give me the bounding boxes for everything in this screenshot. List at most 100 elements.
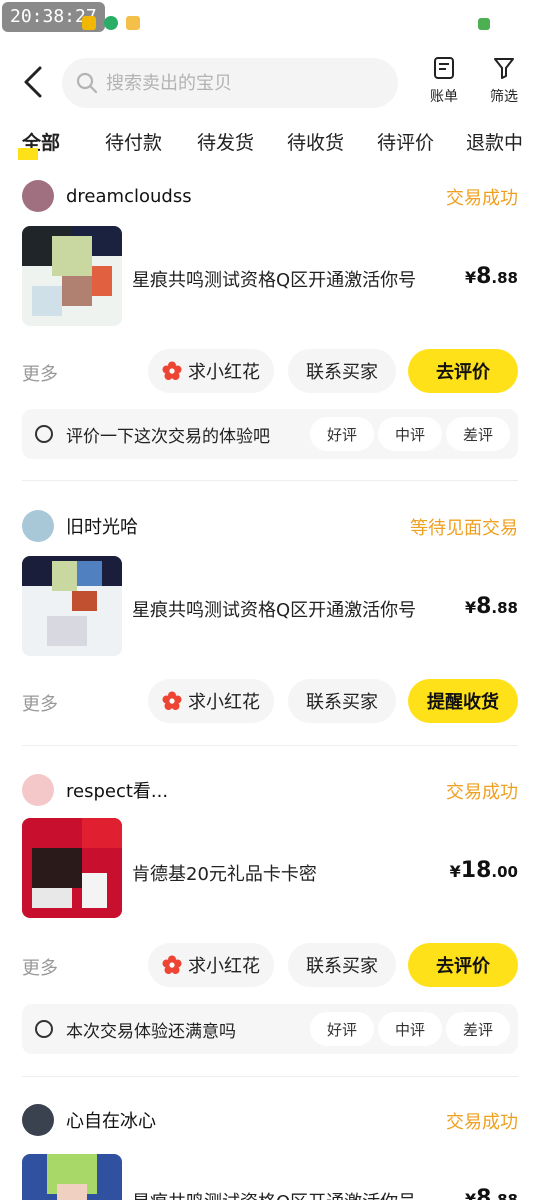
price-decimal: .88 bbox=[491, 1191, 518, 1200]
buyer-name: dreamcloudss bbox=[66, 185, 192, 207]
contact-buyer-button[interactable]: 联系买家 bbox=[288, 679, 396, 723]
flower-icon bbox=[162, 955, 182, 974]
avatar[interactable] bbox=[22, 1104, 54, 1136]
avatar[interactable] bbox=[22, 774, 54, 806]
rating-prompt: 评价一下这次交易的体验吧 好评 中评 差评 bbox=[22, 409, 518, 459]
product-thumbnail[interactable] bbox=[22, 556, 122, 656]
order-status: 等待见面交易 bbox=[410, 518, 518, 539]
product-price: ¥8.88 bbox=[465, 1186, 518, 1200]
product-title[interactable]: 星痕共鸣测试资格Q区开通激活你号 bbox=[132, 596, 452, 622]
review-button[interactable]: 去评价 bbox=[408, 943, 518, 987]
request-flower-label: 求小红花 bbox=[188, 956, 260, 977]
rate-good-button[interactable]: 好评 bbox=[310, 1012, 374, 1046]
divider bbox=[22, 745, 518, 746]
tab-pending-shipment[interactable]: 待发货 bbox=[197, 128, 254, 155]
tab-pending-review[interactable]: 待评价 bbox=[377, 128, 434, 155]
status-bar: 20:38:27 bbox=[0, 0, 540, 36]
product-price: ¥18.00 bbox=[450, 858, 518, 883]
order-status: 交易成功 bbox=[446, 782, 518, 803]
rating-prompt: 本次交易体验还满意吗 好评 中评 差评 bbox=[22, 1004, 518, 1054]
rating-icon bbox=[35, 425, 53, 443]
price-integer: 8 bbox=[476, 264, 492, 289]
app-notification-icon bbox=[82, 16, 96, 30]
buyer-info[interactable]: respect看... bbox=[22, 774, 168, 806]
avatar[interactable] bbox=[22, 180, 54, 212]
product-title[interactable]: 星痕共鸣测试资格Q区开通激活你号 bbox=[132, 266, 452, 292]
buyer-info[interactable]: 心自在冰心 bbox=[22, 1104, 156, 1136]
price-decimal: .00 bbox=[491, 863, 518, 881]
product-title[interactable]: 星痕共鸣测试资格Q区开通激活你号 bbox=[132, 1188, 452, 1200]
product-thumbnail[interactable] bbox=[22, 226, 122, 326]
rate-good-button[interactable]: 好评 bbox=[310, 417, 374, 451]
price-currency: ¥ bbox=[464, 268, 477, 287]
price-integer: 8 bbox=[476, 1186, 492, 1200]
buyer-info[interactable]: dreamcloudss bbox=[22, 180, 192, 212]
product-price: ¥8.88 bbox=[465, 594, 518, 619]
rate-bad-button[interactable]: 差评 bbox=[446, 1012, 510, 1046]
order-status: 交易成功 bbox=[446, 188, 518, 209]
price-currency: ¥ bbox=[449, 862, 461, 881]
product-thumbnail[interactable] bbox=[22, 818, 122, 918]
contact-buyer-button[interactable]: 联系买家 bbox=[288, 349, 396, 393]
rate-bad-button[interactable]: 差评 bbox=[446, 417, 510, 451]
rate-neutral-button[interactable]: 中评 bbox=[378, 1012, 442, 1046]
rate-neutral-button[interactable]: 中评 bbox=[378, 417, 442, 451]
product-image bbox=[22, 818, 122, 918]
review-button[interactable]: 去评价 bbox=[408, 349, 518, 393]
search-icon bbox=[76, 72, 98, 94]
filter-icon bbox=[494, 58, 514, 79]
buyer-name: respect看... bbox=[66, 781, 169, 802]
price-currency: ¥ bbox=[464, 1190, 477, 1200]
filter-button[interactable]: 筛选 bbox=[482, 56, 526, 106]
wechat-icon bbox=[104, 16, 118, 30]
tab-refunding[interactable]: 退款中 bbox=[466, 128, 523, 155]
divider bbox=[22, 1076, 518, 1077]
tab-indicator bbox=[18, 148, 38, 160]
product-title[interactable]: 肯德基20元礼品卡卡密 bbox=[132, 860, 452, 886]
product-image bbox=[22, 1154, 122, 1200]
bill-label: 账单 bbox=[430, 89, 458, 105]
flower-icon bbox=[162, 361, 182, 380]
price-decimal: .88 bbox=[491, 599, 518, 617]
search-bar[interactable] bbox=[62, 58, 398, 108]
request-flower-label: 求小红花 bbox=[188, 692, 260, 713]
filter-label: 筛选 bbox=[490, 89, 518, 105]
tab-pending-receipt[interactable]: 待收货 bbox=[287, 128, 344, 155]
more-button[interactable]: 更多 bbox=[22, 954, 58, 980]
rating-prompt-text: 评价一下这次交易的体验吧 bbox=[66, 427, 270, 447]
request-flower-label: 求小红花 bbox=[188, 362, 260, 383]
order-card[interactable]: 心自在冰心 交易成功 星痕共鸣测试资格Q区开通激活你号 ¥8.88 bbox=[0, 1102, 540, 1200]
bill-icon bbox=[434, 57, 454, 79]
product-image bbox=[22, 226, 122, 326]
buyer-name: 旧时光哈 bbox=[66, 517, 138, 538]
request-flower-button[interactable]: 求小红花 bbox=[148, 943, 274, 987]
message-icon bbox=[126, 16, 140, 30]
contact-buyer-button[interactable]: 联系买家 bbox=[288, 943, 396, 987]
price-integer: 18 bbox=[460, 858, 492, 883]
price-decimal: .88 bbox=[491, 269, 518, 287]
request-flower-button[interactable]: 求小红花 bbox=[148, 679, 274, 723]
order-card[interactable]: 旧时光哈 等待见面交易 星痕共鸣测试资格Q区开通激活你号 ¥8.88 更多 求小… bbox=[0, 506, 540, 736]
price-integer: 8 bbox=[476, 594, 492, 619]
product-thumbnail[interactable] bbox=[22, 1154, 122, 1200]
buyer-info[interactable]: 旧时光哈 bbox=[22, 510, 138, 542]
order-card[interactable]: respect看... 交易成功 肯德基20元礼品卡卡密 ¥18.00 更多 求… bbox=[0, 770, 540, 1060]
bill-button[interactable]: 账单 bbox=[422, 56, 466, 106]
notification-icons bbox=[82, 16, 140, 30]
search-input[interactable] bbox=[106, 72, 366, 94]
remind-receipt-button[interactable]: 提醒收货 bbox=[408, 679, 518, 723]
more-button[interactable]: 更多 bbox=[22, 690, 58, 716]
more-button[interactable]: 更多 bbox=[22, 360, 58, 386]
header: 账单 筛选 bbox=[0, 52, 540, 112]
avatar[interactable] bbox=[22, 510, 54, 542]
product-image bbox=[22, 556, 122, 656]
rating-icon bbox=[35, 1020, 53, 1038]
rating-prompt-text: 本次交易体验还满意吗 bbox=[66, 1022, 236, 1042]
order-card[interactable]: dreamcloudss 交易成功 星痕共鸣测试资格Q区开通激活你号 ¥8.88… bbox=[0, 176, 540, 466]
tab-pending-payment[interactable]: 待付款 bbox=[105, 128, 162, 155]
price-currency: ¥ bbox=[464, 598, 477, 617]
request-flower-button[interactable]: 求小红花 bbox=[148, 349, 274, 393]
buyer-name: 心自在冰心 bbox=[66, 1111, 156, 1132]
back-button[interactable] bbox=[20, 64, 50, 100]
flower-icon bbox=[162, 691, 182, 710]
